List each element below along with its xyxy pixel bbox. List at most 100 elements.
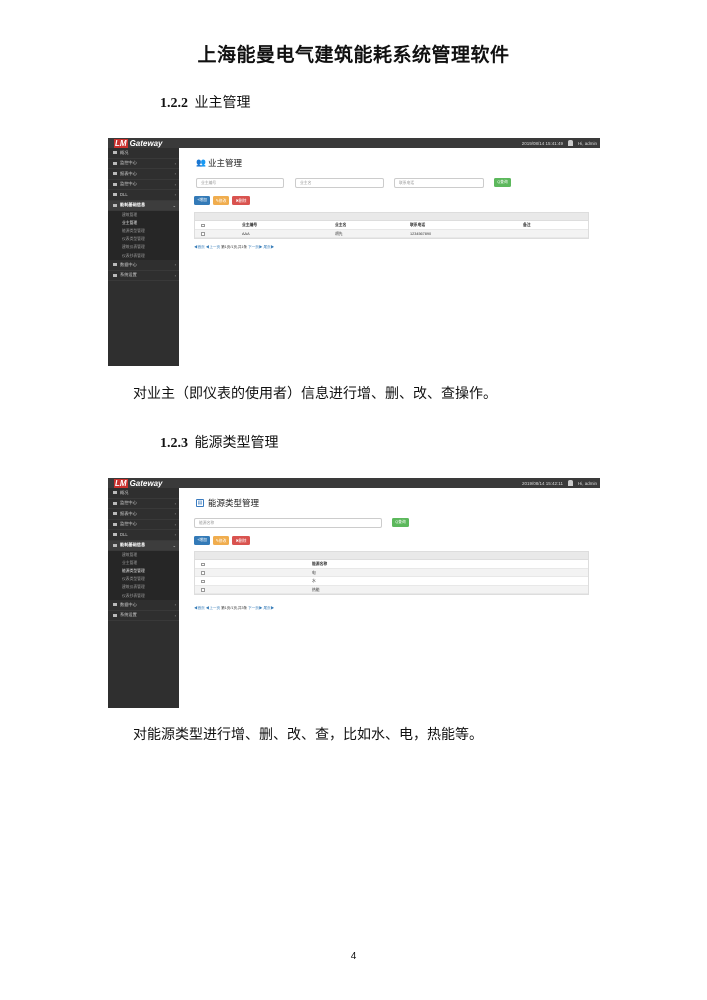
energy-type-table: 能源名称 电 水 热能 [194, 551, 589, 595]
edit-button[interactable]: ✎修改 [213, 196, 229, 205]
table-row[interactable]: 水 [195, 577, 588, 586]
owner-name-cell: 胡先 [335, 231, 343, 236]
sidebar-item-overview[interactable]: 概况 [108, 148, 179, 159]
sidebar-subitem-owner[interactable]: 业主管理 [108, 559, 179, 568]
table-row[interactable]: 热能 [195, 585, 588, 594]
next-page-link[interactable]: 下一页▶ [248, 245, 262, 249]
list-icon [113, 533, 117, 537]
document-title: 上海能曼电气建筑能耗系统管理软件 [197, 44, 510, 66]
sidebar-group-energy-info[interactable]: 能耗基础信息 ⌄ [108, 540, 179, 551]
next-page-link[interactable]: 下一页▶ [248, 606, 262, 610]
section-number: 1.2.2 [160, 96, 188, 111]
select-all-checkbox[interactable] [201, 223, 205, 227]
sidebar-subitem-meter-reading[interactable]: 仪表抄表管理 [108, 251, 179, 261]
sidebar-item-monitor[interactable]: 监控中心 › [108, 499, 179, 509]
app-logo[interactable]: LM Gateway [114, 138, 162, 148]
first-page-link[interactable]: ◀首页 [194, 245, 205, 249]
prev-page-link[interactable]: ◀上一页 [206, 245, 220, 249]
screenshot-owner-management: LM Gateway 2019/08/14 15:41:49 Hi, admin … [108, 138, 600, 366]
sidebar-item-settings[interactable]: 系统设置 › [108, 611, 179, 622]
column-header: 能源名称 [312, 562, 328, 567]
row-checkbox[interactable] [201, 571, 205, 575]
last-page-link[interactable]: 尾页▶ [264, 245, 275, 249]
prev-page-link[interactable]: ◀上一页 [206, 606, 220, 610]
monitor-icon [113, 161, 117, 165]
app-topbar: LM Gateway 2019/08/14 15:41:49 Hi, admin [108, 138, 600, 148]
home-icon [113, 151, 117, 155]
last-page-link[interactable]: 尾页▶ [264, 606, 275, 610]
edit-button[interactable]: ✎修改 [213, 536, 229, 545]
user-icon [113, 522, 117, 526]
sidebar-subitem-building[interactable]: 建筑管理 [108, 551, 179, 560]
section-heading-energy-type: 1.2.3 能源类型管理 [160, 432, 278, 452]
row-checkbox[interactable] [201, 232, 205, 236]
main-content: ▤ 能源类型管理 能源名称 Q查询 +增加 ✎修改 ✖删除 能源名称 电 水 热 [179, 488, 600, 708]
document-icon: ▤ [196, 499, 204, 507]
database-icon [113, 603, 117, 607]
sidebar-item-monitor-2[interactable]: 监控中心 › [108, 180, 179, 190]
phone-input[interactable]: 联系电话 [394, 178, 484, 188]
page-info: 第1页/1页,共3条 [221, 606, 248, 610]
sidebar-subitem-owner[interactable]: 业主管理 [108, 219, 179, 228]
table-header-row: 能源名称 [195, 560, 588, 569]
sidebar-item-monitor[interactable]: 监控中心 › [108, 159, 179, 169]
section-title: 能源类型管理 [194, 435, 279, 451]
page-title: ▤ 能源类型管理 [196, 498, 260, 508]
sidebar-subitem-energy-type[interactable]: 能源类型管理 [108, 227, 179, 236]
search-button[interactable]: Q查询 [392, 518, 409, 527]
sidebar-item-dll[interactable]: DLL › [108, 190, 179, 201]
energy-name-cell: 水 [312, 579, 316, 584]
sidebar-subitem-meter-reading[interactable]: 仪表抄表管理 [108, 591, 179, 601]
home-icon [113, 491, 117, 495]
page-info: 第1页/1页,共1条 [221, 245, 248, 249]
first-page-link[interactable]: ◀首页 [194, 606, 205, 610]
row-checkbox[interactable] [201, 588, 205, 592]
delete-button[interactable]: ✖删除 [232, 196, 250, 205]
table-row[interactable]: AAA 胡先 1234567890 [195, 229, 588, 238]
section-heading-owner: 1.2.2 业主管理 [160, 92, 250, 112]
app-logo[interactable]: LM Gateway [114, 478, 162, 488]
sidebar-subitem-building[interactable]: 建筑管理 [108, 211, 179, 220]
sidebar-group-energy-info[interactable]: 能耗基础信息 ⌄ [108, 200, 179, 211]
add-button[interactable]: +增加 [194, 196, 210, 205]
energy-name-input[interactable]: 能源名称 [194, 518, 382, 528]
row-checkbox[interactable] [201, 579, 205, 583]
energy-name-cell: 电 [312, 570, 316, 575]
sidebar-item-overview[interactable]: 概况 [108, 488, 179, 499]
gear-icon [113, 273, 117, 277]
sidebar-item-data-center[interactable]: 数据中心 › [108, 260, 179, 271]
sidebar-item-reports[interactable]: 报表中心 › [108, 169, 179, 180]
owner-name-input[interactable]: 业主名 [295, 178, 384, 188]
user-icon [567, 140, 573, 146]
search-button[interactable]: Q查询 [494, 178, 511, 187]
column-header: 业主名 [335, 223, 347, 228]
sidebar-subitem-energy-type[interactable]: 能源类型管理 [108, 567, 179, 576]
sidebar-subitem-building-meter[interactable]: 建筑仪表管理 [108, 243, 179, 252]
page-number: 4 [350, 951, 357, 962]
section-description: 对能源类型进行增、删、改、查，比如水、电，热能等。 [133, 727, 483, 743]
table-row[interactable]: 电 [195, 568, 588, 577]
datetime-display: 2019/08/14 15:41:49 [521, 140, 563, 146]
sidebar-item-settings[interactable]: 系统设置 › [108, 271, 179, 282]
add-button[interactable]: +增加 [194, 536, 210, 545]
user-menu[interactable]: Hi, admin [578, 141, 597, 146]
sidebar-item-data-center[interactable]: 数据中心 › [108, 600, 179, 611]
phone-cell: 1234567890 [410, 231, 432, 236]
sidebar-item-monitor-2[interactable]: 监控中心 › [108, 520, 179, 530]
owner-id-input[interactable]: 业主编号 [196, 178, 284, 188]
datetime-display: 2019/08/14 15:42:11 [522, 480, 563, 486]
sidebar-item-reports[interactable]: 报表中心 › [108, 509, 179, 520]
delete-button[interactable]: ✖删除 [232, 536, 250, 545]
database-icon [113, 263, 117, 267]
column-header: 联系电话 [410, 223, 426, 228]
select-all-checkbox[interactable] [201, 562, 205, 566]
owner-table: 业主编号 业主名 联系电话 备注 AAA 胡先 1234567890 [194, 212, 589, 239]
table-icon [113, 543, 117, 547]
sidebar-subitem-meter-type[interactable]: 仪表类型管理 [108, 575, 179, 584]
sidebar-subitem-building-meter[interactable]: 建筑仪表管理 [108, 583, 179, 592]
user-menu[interactable]: Hi, admin [578, 481, 597, 486]
sidebar-item-dll[interactable]: DLL › [108, 530, 179, 541]
sidebar-subitem-meter-type[interactable]: 仪表类型管理 [108, 235, 179, 244]
users-icon: 👥 [196, 158, 206, 167]
monitor-icon [113, 501, 117, 505]
